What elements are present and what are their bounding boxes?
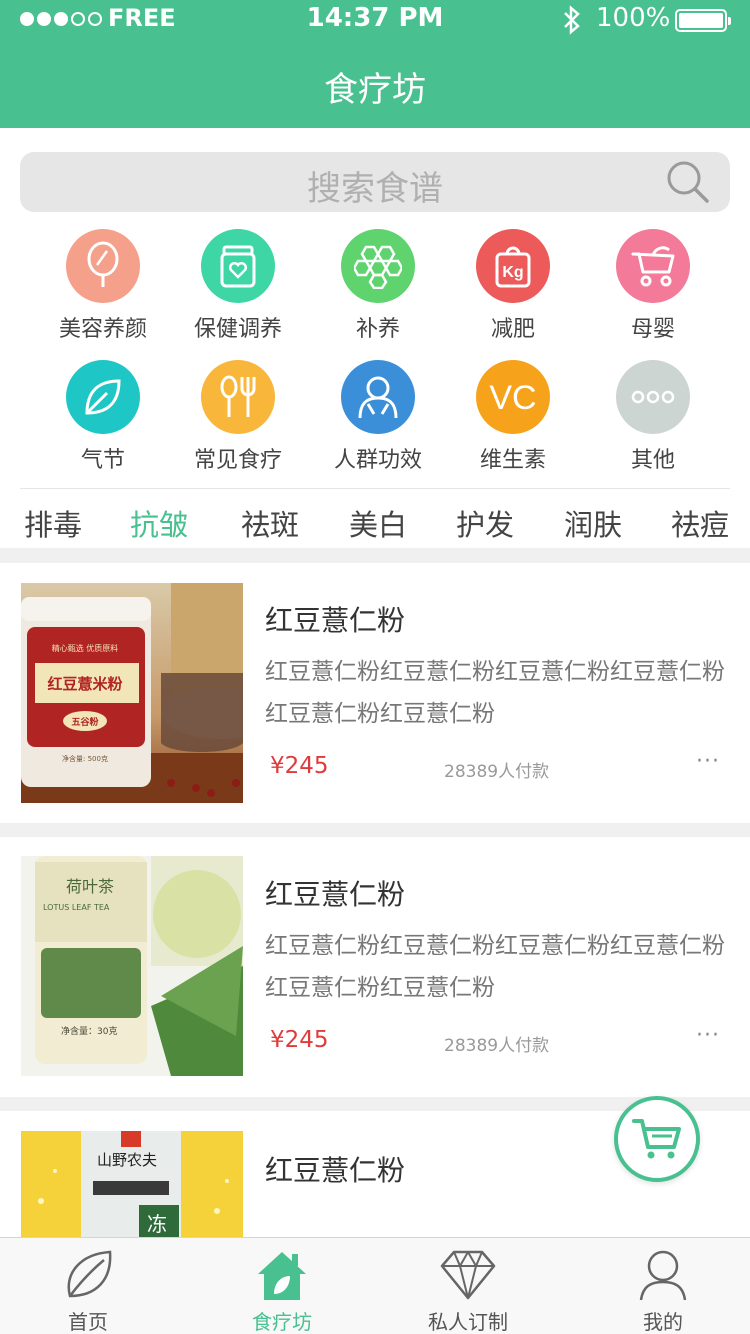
packaging-tagline: 精心甄选 优质原料	[52, 643, 119, 653]
packaging-brand: 山野农夫	[97, 1151, 157, 1169]
honeycomb-icon	[341, 229, 415, 303]
nav-label: 首页	[68, 1310, 108, 1334]
cart-button[interactable]	[614, 1096, 700, 1182]
status-bar: FREE 14:37 PM 100%	[0, 0, 750, 40]
product-image[interactable]: 山野农夫 冻	[21, 1131, 243, 1241]
category-maternity[interactable]: 母婴	[583, 229, 723, 343]
category-label: 常见食疗	[193, 448, 282, 473]
svg-text:VC: VC	[489, 379, 536, 415]
tab-whitening[interactable]: 美白	[349, 502, 407, 544]
home-leaf-icon	[258, 1252, 306, 1300]
category-vitamin[interactable]: VC 维生素	[443, 360, 583, 474]
top-bar: FREE 14:37 PM 100% 食疗坊	[0, 0, 750, 128]
diamond-icon	[440, 1250, 496, 1300]
product-sold-count: 28389人付款	[444, 1036, 550, 1056]
more-dots-icon	[616, 360, 690, 434]
tab-detox[interactable]: 排毒	[24, 502, 82, 544]
product-price: ¥245	[270, 1027, 329, 1053]
category-people[interactable]: 人群功效	[308, 360, 448, 474]
category-label: 保健调养	[193, 317, 282, 342]
tab-hair-care[interactable]: 护发	[456, 502, 514, 544]
battery-percent: 100%	[596, 3, 671, 33]
category-label: 其他	[630, 448, 675, 473]
search-bar[interactable]: 搜索食谱	[20, 152, 730, 212]
product-name[interactable]: 红豆薏仁粉	[265, 1149, 405, 1189]
packaging-subtitle: LOTUS LEAF TEA	[43, 903, 110, 912]
category-label: 补养	[355, 317, 400, 342]
category-other[interactable]: 其他	[583, 360, 723, 474]
people-icon	[341, 360, 415, 434]
nav-shiliaofang[interactable]: 食疗坊	[207, 1246, 357, 1334]
nav-custom[interactable]: 私人订制	[393, 1246, 543, 1334]
category-slimming[interactable]: Kg 减肥	[443, 229, 583, 343]
packaging-tag: 冻	[147, 1212, 167, 1236]
kg-weight-icon: Kg	[476, 229, 550, 303]
product-card[interactable]: 荷叶茶 LOTUS LEAF TEA 净含量：30克 红豆薏仁粉 红豆薏仁粉红豆…	[0, 837, 750, 1097]
more-options-button[interactable]: ···	[696, 1023, 720, 1048]
category-common[interactable]: 常见食疗	[168, 360, 308, 474]
tab-bar: 排毒 抗皱 祛斑 美白 护发 润肤 祛痘	[0, 492, 750, 548]
cart-icon	[632, 1119, 681, 1159]
nav-mine[interactable]: 我的	[588, 1246, 738, 1334]
product-description: 红豆薏仁粉红豆薏仁粉红豆薏仁粉红豆薏仁粉红豆薏仁粉红豆薏仁粉	[265, 659, 725, 727]
category-season[interactable]: 气节	[33, 360, 173, 474]
product-name[interactable]: 红豆薏仁粉	[265, 873, 405, 913]
product-name[interactable]: 红豆薏仁粉	[265, 599, 405, 639]
category-label: 人群功效	[333, 448, 422, 473]
product-price: ¥245	[270, 753, 329, 779]
product-description: 红豆薏仁粉红豆薏仁粉红豆薏仁粉红豆薏仁粉红豆薏仁粉红豆薏仁粉	[265, 933, 725, 1001]
user-icon	[639, 1250, 687, 1301]
product-card[interactable]: 精心甄选 优质原料 红豆薏米粉 五谷粉 净含量: 500克 红豆薏仁粉 红豆薏仁…	[0, 563, 750, 823]
leaf-icon	[66, 360, 140, 434]
category-label: 维生素	[479, 448, 546, 473]
tab-acne[interactable]: 祛痘	[671, 502, 729, 544]
svg-text:Kg: Kg	[502, 264, 523, 281]
category-health[interactable]: 保健调养	[168, 229, 308, 343]
bottom-nav: 首页 食疗坊 私人订制 我的	[0, 1237, 750, 1334]
stroller-icon	[616, 229, 690, 303]
search-input[interactable]: 搜索食谱	[20, 161, 730, 210]
jar-heart-icon	[201, 229, 275, 303]
tab-moisturize[interactable]: 润肤	[564, 502, 622, 544]
divider	[20, 488, 730, 489]
packaging-net-weight: 净含量：30克	[61, 1025, 117, 1037]
packaging-label: 荷叶茶	[66, 877, 114, 896]
category-label: 气节	[80, 448, 125, 473]
tab-freckle[interactable]: 祛斑	[241, 502, 299, 544]
category-beauty[interactable]: 美容养颜	[33, 229, 173, 343]
page-title: 食疗坊	[324, 70, 426, 110]
category-label: 母婴	[630, 317, 675, 342]
packaging-label: 红豆薏米粉	[47, 675, 122, 693]
nav-label: 食疗坊	[252, 1310, 312, 1334]
top-section: 搜索食谱 美容养颜 保健调养 补养 Kg 减肥 母婴 气节 常见食疗 人群功效 …	[0, 128, 750, 548]
packaging-net-weight: 净含量: 500克	[62, 754, 108, 763]
mirror-icon	[66, 229, 140, 303]
vc-icon: VC	[476, 360, 550, 434]
leaf-outline-icon	[67, 1250, 112, 1298]
battery-icon	[675, 9, 731, 32]
product-sold-count: 28389人付款	[444, 762, 550, 782]
more-options-button[interactable]: ···	[696, 749, 720, 774]
category-nourish[interactable]: 补养	[308, 229, 448, 343]
spoon-fork-icon	[201, 360, 275, 434]
packaging-badge: 五谷粉	[71, 716, 98, 728]
category-label: 美容养颜	[58, 317, 147, 342]
tab-anti-wrinkle[interactable]: 抗皱	[130, 502, 188, 544]
product-image[interactable]: 精心甄选 优质原料 红豆薏米粉 五谷粉 净含量: 500克	[21, 583, 243, 803]
category-label: 减肥	[490, 317, 535, 342]
search-icon[interactable]	[664, 158, 712, 206]
nav-label: 我的	[643, 1310, 683, 1334]
nav-home[interactable]: 首页	[13, 1246, 163, 1334]
bluetooth-icon	[564, 5, 580, 35]
product-image[interactable]: 荷叶茶 LOTUS LEAF TEA 净含量：30克	[21, 856, 243, 1076]
nav-label: 私人订制	[428, 1310, 508, 1334]
